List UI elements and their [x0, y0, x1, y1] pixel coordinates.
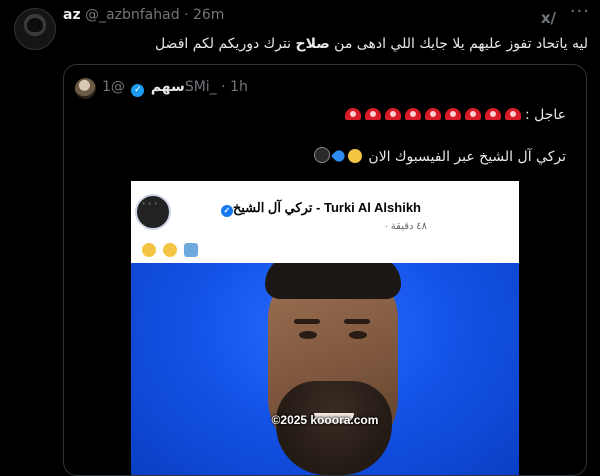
- facebook-more-icon: ···: [141, 194, 160, 213]
- police-light-icon: [504, 108, 521, 120]
- bomb-icon: [313, 147, 330, 163]
- tweet-text-after: نترك دوريكم لكم افضل: [154, 36, 296, 52]
- police-light-icon: [444, 108, 461, 120]
- quoted-text-line1: عاجل :: [341, 107, 566, 123]
- police-light-icon: [484, 108, 501, 120]
- police-light-icon: [384, 108, 401, 120]
- header-separator: ·: [184, 7, 189, 23]
- player-photo: ©2025 kooora.com: [131, 263, 519, 475]
- hair-shape: [265, 263, 401, 299]
- quoted-author-avatar[interactable]: [75, 78, 96, 99]
- quoted-tweet[interactable]: سهم ✓ @1SMi_ · 1h عاجل : تركي آل الشيخ ع…: [63, 64, 587, 476]
- right-brow: [344, 319, 370, 324]
- quoted-urgent-label: عاجل :: [524, 107, 566, 123]
- image-watermark: ©2025 kooora.com: [271, 413, 379, 427]
- author-display-name[interactable]: az: [63, 7, 81, 23]
- tweet-time[interactable]: 26m: [193, 7, 224, 23]
- facebook-verified-icon: ✓: [220, 205, 233, 217]
- quoted-header: سهم ✓ @1SMi_ · 1h: [102, 79, 248, 97]
- police-light-icon: [424, 108, 441, 120]
- facebook-page-name: Turki Al Alshikh - تركي آل الشيخ✓: [217, 200, 421, 217]
- quoted-text: تركي آل الشيخ عبر الفيسبوك الان: [368, 149, 566, 165]
- police-light-icon: [364, 108, 381, 120]
- author-handle[interactable]: @_azbnfahad: [85, 7, 180, 23]
- tweet-text: ليه ياتحاد تفوز عليهم يلا جايك اللي ادهى…: [0, 35, 588, 53]
- facebook-post-emojis: [142, 243, 205, 259]
- police-light-icon: [404, 108, 421, 120]
- person-icon: [184, 243, 198, 257]
- sunglasses-face-icon: [142, 243, 156, 257]
- shocked-face-icon: [347, 149, 362, 163]
- quoted-text-line2: تركي آل الشيخ عبر الفيسبوك الان: [313, 147, 566, 165]
- smiling-face-icon: [163, 243, 177, 257]
- beard-shape: [276, 381, 392, 475]
- left-brow: [294, 319, 320, 324]
- blue-heart-icon: [331, 148, 347, 164]
- left-eye: [299, 331, 317, 339]
- quoted-time[interactable]: 1h: [230, 79, 248, 95]
- tweet-text-before: ليه ياتحاد تفوز عليهم يلا جايك اللي ادهى…: [329, 36, 588, 52]
- quoted-media-image[interactable]: Turki Al Alshikh - تركي آل الشيخ✓ ٤٨ دقي…: [131, 181, 519, 475]
- tweet-header: az @_azbnfahad · 26m: [63, 7, 224, 23]
- more-options-icon[interactable]: ···: [570, 1, 590, 22]
- facebook-post-time: ٤٨ دقيقة ·: [384, 221, 427, 232]
- alarm-emoji-row: [341, 108, 521, 122]
- police-light-icon: [344, 108, 361, 120]
- right-eye: [349, 331, 367, 339]
- verified-badge-icon: ✓: [131, 84, 145, 97]
- quoted-separator: ·: [221, 79, 226, 95]
- police-light-icon: [464, 108, 481, 120]
- facebook-page-name-text: Turki Al Alshikh - تركي آل الشيخ: [232, 200, 421, 215]
- grok-icon[interactable]: x/: [541, 9, 556, 27]
- tweet-text-bold[interactable]: صلاح: [295, 36, 329, 52]
- quoted-display-name[interactable]: سهم: [151, 79, 185, 95]
- facebook-post-header: Turki Al Alshikh - تركي آل الشيخ✓ ٤٨ دقي…: [131, 181, 519, 263]
